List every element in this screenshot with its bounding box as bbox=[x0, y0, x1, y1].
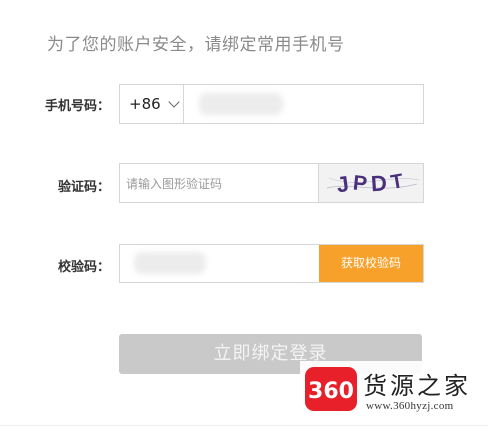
get-code-button[interactable]: 获取校验码 bbox=[319, 245, 423, 282]
captcha-image[interactable]: J P D T bbox=[318, 164, 423, 202]
masked-sms-code bbox=[134, 252, 206, 274]
captcha-image-graphic: J P D T bbox=[326, 170, 420, 197]
phone-input[interactable] bbox=[185, 85, 423, 123]
captcha-label: 验证码： bbox=[57, 180, 110, 195]
svg-text:J: J bbox=[335, 171, 351, 197]
watermark-url: www.360hyzj.com bbox=[366, 400, 454, 412]
masked-phone-number bbox=[199, 93, 283, 115]
security-notice: 为了您的账户安全，请绑定常用手机号 bbox=[47, 35, 345, 55]
watermark-brand: 货源之家 bbox=[363, 372, 471, 400]
country-code-select[interactable]: +86 bbox=[120, 85, 184, 123]
phone-label: 手机号码： bbox=[44, 99, 110, 114]
sms-code-input[interactable] bbox=[120, 245, 319, 282]
svg-text:D: D bbox=[370, 170, 388, 196]
svg-text:P: P bbox=[352, 171, 368, 195]
watermark-logo: 360 bbox=[303, 364, 359, 418]
sms-code-label: 校验码： bbox=[57, 260, 110, 275]
svg-text:360: 360 bbox=[308, 379, 354, 404]
svg-text:T: T bbox=[389, 170, 405, 194]
captcha-input[interactable]: 请输入图形验证码 bbox=[120, 164, 318, 202]
watermark-logo-graphic: 360 bbox=[305, 367, 357, 411]
country-code-value: +86 bbox=[129, 95, 161, 113]
chevron-down-icon bbox=[167, 96, 180, 108]
bottom-divider bbox=[0, 425, 488, 426]
captcha-placeholder: 请输入图形验证码 bbox=[126, 177, 223, 191]
